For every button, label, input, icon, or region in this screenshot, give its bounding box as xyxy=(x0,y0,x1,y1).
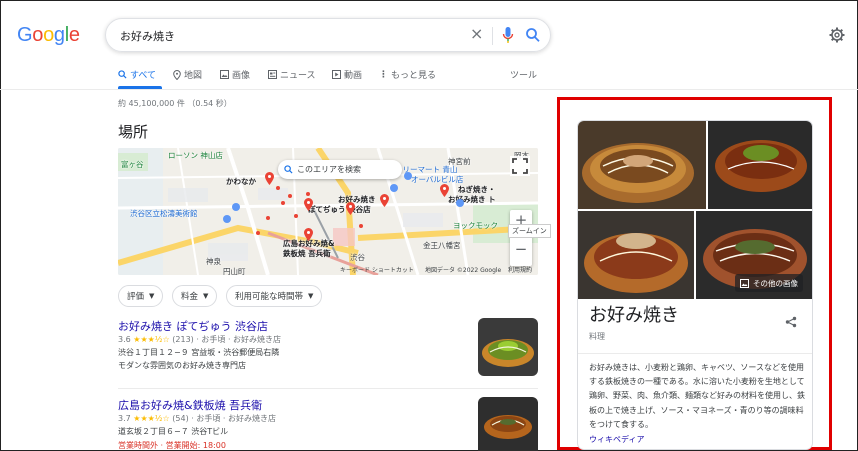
map-data-credit: 地図データ ©2022 Google xyxy=(425,267,502,274)
price-filter-chip[interactable]: 料金 ▼ xyxy=(172,285,218,307)
logo-letter: e xyxy=(68,24,80,46)
tab-label: 動画 xyxy=(344,71,363,81)
kp-title: お好み焼き xyxy=(589,305,679,326)
logo-letter: o xyxy=(43,24,54,46)
tab-news[interactable]: ニュース xyxy=(268,68,316,81)
search-input[interactable]: お好み焼き xyxy=(120,28,175,44)
image-icon xyxy=(740,278,749,288)
search-icon[interactable] xyxy=(525,26,541,48)
microphone-icon[interactable] xyxy=(502,26,514,48)
tab-label: もっと見る xyxy=(391,71,437,81)
place-address: 道玄坂２丁目６−７ 渋谷Tビル xyxy=(118,427,229,436)
kp-divider xyxy=(578,353,812,354)
hours-filter-chip[interactable]: 利用可能な時間帯 ▼ xyxy=(226,285,323,307)
tab-more[interactable]: ⋮ もっと見る xyxy=(379,68,437,82)
more-images-button[interactable]: その他の画像 xyxy=(735,274,803,292)
result-stats: 約 45,100,000 件 （0.54 秒） xyxy=(118,99,232,108)
place-thumbnail[interactable] xyxy=(478,397,538,451)
search-icon xyxy=(118,70,127,79)
search-this-area-label: このエリアを検索 xyxy=(297,165,361,174)
search-icon xyxy=(284,165,293,174)
kp-image[interactable] xyxy=(578,211,694,299)
knowledge-panel: その他の画像 お好み焼き 料理 お好み焼きは、小麦粉と鶏卵、キャベツ、ソースなど… xyxy=(577,120,813,450)
caret-down-icon: ▼ xyxy=(308,292,314,300)
chip-label: 評価 xyxy=(127,292,145,302)
place-rating-line: 3.7 ★★★½☆ (54) · お手頃 · お好み焼き店 xyxy=(118,413,276,424)
google-logo[interactable]: Google xyxy=(17,24,80,47)
tab-label: 画像 xyxy=(232,71,251,81)
video-icon xyxy=(332,70,341,79)
kp-description: お好み焼きは、小麦粉と鶏卵、キャベツ、ソースなどを使用する鉄板焼きの一種である。… xyxy=(589,363,805,429)
tab-label: すべて xyxy=(130,71,157,81)
place-thumbnail[interactable] xyxy=(478,318,538,376)
keyboard-shortcuts-link[interactable]: キーボード ショートカット xyxy=(340,265,414,274)
zoom-out-button[interactable]: − xyxy=(510,240,532,258)
share-icon[interactable] xyxy=(785,313,797,332)
tab-label: ニュース xyxy=(280,71,316,81)
place-hours: 営業時間外 · 営業開始: 18:00 xyxy=(118,441,226,450)
kp-image[interactable] xyxy=(708,121,812,209)
tab-videos[interactable]: 動画 xyxy=(332,68,362,81)
places-heading: 場所 xyxy=(118,123,149,141)
tab-images[interactable]: 画像 xyxy=(220,68,250,81)
review-info: (213) · お手頃 · お好み焼き店 xyxy=(172,335,282,344)
logo-letter: G xyxy=(17,24,33,46)
fullscreen-icon[interactable] xyxy=(510,156,530,176)
rating-filter-chip[interactable]: 評価 ▼ xyxy=(118,285,164,307)
map-pin-icon xyxy=(173,69,181,80)
place-address: 渋谷１丁目１２−９ 宮益坂・渋谷郵便局右隣 xyxy=(118,348,280,357)
result-divider xyxy=(118,388,538,389)
rating-value: 3.7 xyxy=(118,414,131,423)
review-info: (54) · お手頃 · お好み焼き店 xyxy=(172,414,276,423)
rating-stars: ★★★½☆ xyxy=(133,335,170,344)
more-vert-icon: ⋮ xyxy=(379,69,388,80)
caret-down-icon: ▼ xyxy=(203,292,209,300)
news-icon xyxy=(268,70,277,79)
place-rating-line: 3.6 ★★★½☆ (213) · お手頃 · お好み焼き店 xyxy=(118,334,281,345)
settings-gear-icon[interactable] xyxy=(829,27,845,47)
search-box[interactable]: お好み焼き × xyxy=(105,18,551,52)
logo-letter: o xyxy=(32,24,44,46)
places-map[interactable]: ローソン 神山店 富ヶ谷 かわなか ファミリーマート 青山 オーバルビル店 岡本… xyxy=(118,148,538,275)
chip-label: 料金 xyxy=(181,292,199,302)
tools-button[interactable]: ツール xyxy=(510,68,537,81)
terms-link[interactable]: 利用規約 xyxy=(508,265,532,274)
logo-letter: g xyxy=(53,24,65,46)
header-divider xyxy=(0,89,858,90)
place-result-title[interactable]: 広島お好み焼&鉄板焼 吾兵衛 xyxy=(118,397,262,413)
wikipedia-link[interactable]: ウィキペディア xyxy=(589,434,644,445)
rating-stars: ★★★½☆ xyxy=(133,414,170,423)
caret-down-icon: ▼ xyxy=(149,292,155,300)
zoom-controls: + − xyxy=(510,210,532,266)
search-this-area-button[interactable]: このエリアを検索 xyxy=(278,160,402,179)
kp-subtitle: 料理 xyxy=(589,332,605,341)
clear-icon[interactable]: × xyxy=(470,24,483,43)
tab-maps[interactable]: 地図 xyxy=(173,68,202,81)
search-divider xyxy=(492,27,493,45)
more-images-label: その他の画像 xyxy=(753,278,798,288)
place-result-title[interactable]: お好み焼き ぽてぢゅう 渋谷店 xyxy=(118,318,268,334)
kp-image[interactable] xyxy=(578,121,706,209)
chip-label: 利用可能な時間帯 xyxy=(235,292,304,302)
zoom-in-tooltip: ズームイン xyxy=(508,224,551,238)
rating-value: 3.6 xyxy=(118,335,131,344)
tab-all[interactable]: すべて xyxy=(118,68,156,81)
map-footer: キーボード ショートカット 地図データ ©2022 Google 利用規約 xyxy=(118,265,538,275)
image-icon xyxy=(220,70,229,79)
place-description: モダンな雰囲気のお好み焼き専門店 xyxy=(118,361,246,370)
tab-label: 地図 xyxy=(184,71,203,81)
